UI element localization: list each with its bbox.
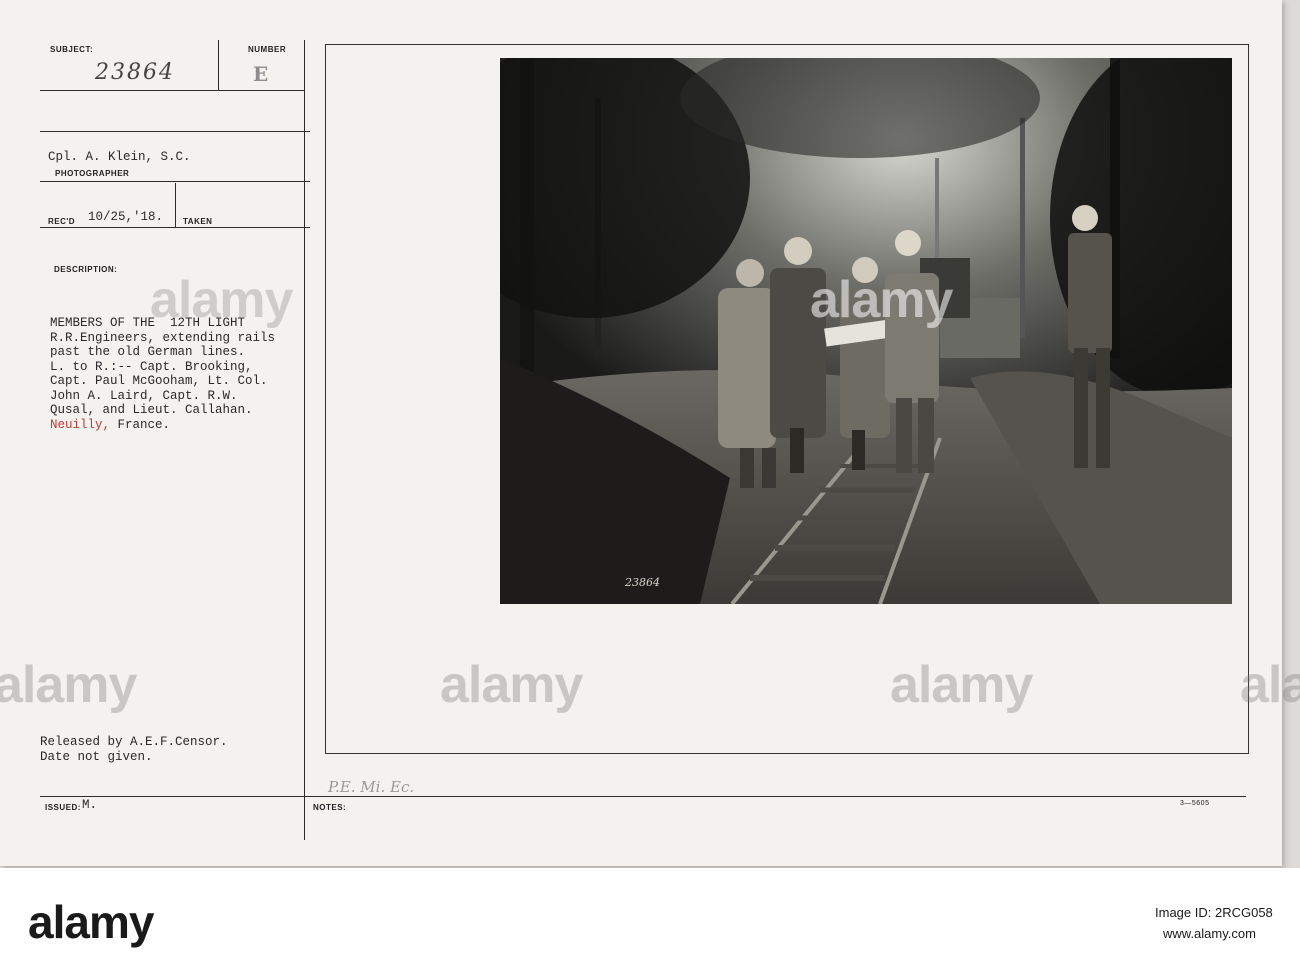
location-red: Neuilly, [50,417,111,432]
released-line-1: Released by A.E.F.Censor. [40,735,228,749]
recd-date: 10/25,'18. [88,210,164,224]
notes-handwriting: P.E. Mi. Ec. [328,778,415,796]
subject-label: SUBJECT: [50,45,94,54]
form-rule-4 [40,227,310,228]
description-label: DESCRIPTION: [54,265,118,274]
issued-value: M. [82,798,98,812]
issued-label: ISSUED: [45,803,81,812]
photo-scene: 23864 [500,58,1232,604]
alamy-logo: alamy [28,896,154,948]
description-line: past the old German lines. [50,345,246,359]
subject-number: 23864 [95,60,175,85]
form-rule-2 [40,131,310,132]
watermark-right: alamy [890,656,1033,714]
alamy-url[interactable]: www.alamy.com [1163,926,1256,941]
number-value: E [253,62,269,86]
form-rule-1 [40,90,304,91]
description-line: L. to R.:-- Capt. Brooking, [50,359,253,374]
form-left-border [304,40,305,840]
released-line-2: Date not given. [40,750,153,764]
watermark-mid: alamy [440,656,583,714]
description-text: MEMBERS OF THE 12TH LIGHT R.R.Engineers,… [50,316,320,432]
watermark-top: alamy [150,271,293,329]
recd-divider [175,183,176,228]
description-line: Capt. Paul McGooham, Lt. Col. [50,374,268,388]
photographer-label: PHOTOGRAPHER [55,169,130,178]
negative-number: 23864 [624,576,660,589]
image-id: Image ID: 2RCG058 [1155,905,1273,920]
description-line: R.R.Engineers, extending rails [50,330,276,345]
watermark-center: alamy [810,271,953,329]
recd-label: REC'D [48,217,76,226]
location-line: Neuilly, France. [50,418,320,433]
notes-label: NOTES: [313,803,347,812]
watermark-far-right: alamy [1240,656,1300,714]
number-label: NUMBER [248,45,287,54]
location-rest: France. [110,417,171,432]
watermark-left: alamy [0,656,137,714]
form-rule-3 [40,181,310,182]
tree-trunk [1020,118,1025,338]
form-rule-5 [40,796,1246,797]
form-code: 3—5605 [1180,800,1210,807]
description-line: Qusal, and Lieut. Callahan. [50,403,253,417]
subject-divider [218,40,219,90]
stock-strip [0,868,1300,957]
description-line: John A. Laird, Capt. R.W. [50,388,238,403]
photographer-name: Cpl. A. Klein, S.C. [48,150,191,164]
taken-label: TAKEN [183,217,213,226]
historical-photograph: 23864 [500,58,1232,604]
